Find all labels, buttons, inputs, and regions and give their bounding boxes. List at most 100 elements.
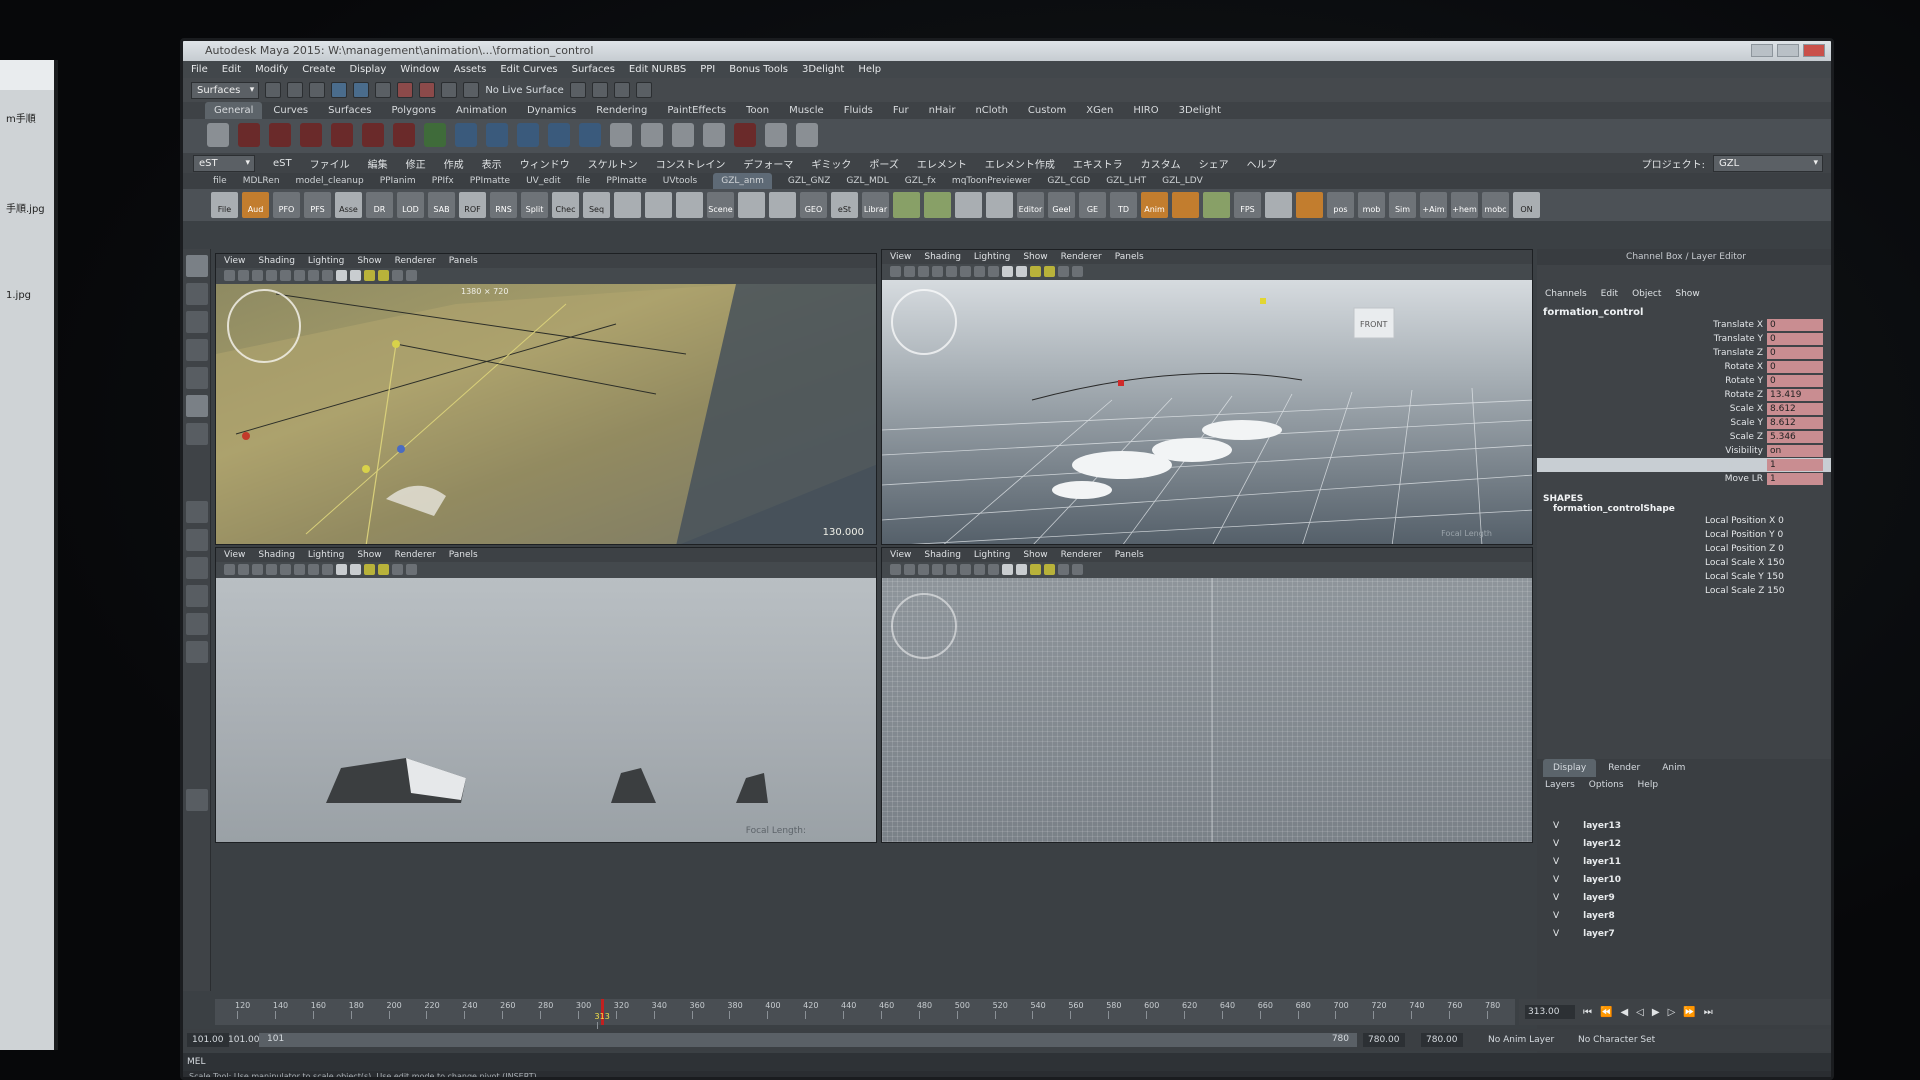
vp-menu-show[interactable]: Show [357,548,381,562]
select-component-icon[interactable] [375,82,392,98]
vp-menu-lighting[interactable]: Lighting [308,254,344,268]
shelf-tab-nhair[interactable]: nHair [920,102,965,119]
viewport-canvas[interactable]: FRONT Focal Length [882,280,1532,544]
shelf2-tab-15[interactable]: mqToonPreviewer [952,173,1031,189]
shelf2-button[interactable]: SAB [428,192,455,218]
viewport-canvas[interactable]: Focal Length: [216,578,876,842]
smooth-shade-icon[interactable] [350,270,361,281]
vp-menu-view[interactable]: View [890,250,911,264]
film-gate-icon[interactable] [960,564,971,575]
shelf-tab-painteffects[interactable]: PaintEffects [658,102,735,119]
cb-menu-edit[interactable]: Edit [1601,285,1618,303]
gate-mask-icon[interactable] [322,564,333,575]
xray-icon[interactable] [1058,564,1069,575]
render-icon[interactable] [569,82,586,98]
shelf2-button[interactable]: GEO [800,192,827,218]
isolate-icon[interactable] [406,564,417,575]
shelf-tab-xgen[interactable]: XGen [1077,102,1122,119]
tab-display[interactable]: Display [1543,759,1597,777]
resolution-gate-icon[interactable] [308,270,319,281]
shelf2-button[interactable]: Chec [552,192,579,218]
shelf2-button[interactable] [893,192,920,218]
side-file-1[interactable]: m手順 [6,110,52,125]
shape-attribute[interactable]: Local Position Z 0 [1537,542,1831,556]
shelf2-button[interactable]: Editor [1017,192,1044,218]
ipr-render-icon[interactable] [591,82,608,98]
attribute-row[interactable]: Rotate X0 [1537,360,1831,374]
shelf2-button[interactable]: ON [1513,192,1540,218]
shelf2-tab-16[interactable]: GZL_CGD [1047,173,1090,189]
menu-set-dropdown[interactable]: Surfaces [191,81,260,99]
jp-menu-element-create[interactable]: エレメント作成 [985,156,1055,171]
menu-window[interactable]: Window [400,61,439,78]
bookmark-icon[interactable] [918,564,929,575]
shelf-tool-icon-17[interactable] [703,123,725,147]
shelf-tool-icon-8[interactable] [424,123,446,147]
jp-menu-create[interactable]: 作成 [444,156,464,171]
shelf-tab-surfaces[interactable]: Surfaces [319,102,380,119]
menu-edit-nurbs[interactable]: Edit NURBS [629,61,686,78]
vp-menu-renderer[interactable]: Renderer [395,548,436,562]
image-plane-icon[interactable] [932,266,943,277]
shelf2-button[interactable]: mob [1358,192,1385,218]
shelf2-tab-14[interactable]: GZL_fx [905,173,936,189]
gate-mask-icon[interactable] [988,564,999,575]
snap-curve-icon[interactable] [419,82,436,98]
xray-icon[interactable] [392,270,403,281]
vp-menu-shading[interactable]: Shading [258,254,295,268]
lights-icon[interactable] [364,564,375,575]
visibility-toggle[interactable]: V [1553,821,1559,831]
shape-attribute[interactable]: Local Position X 0 [1537,514,1831,528]
vp-menu-show[interactable]: Show [1023,250,1047,264]
vp-menu-view[interactable]: View [224,254,245,268]
paint-select-tool-icon[interactable] [185,311,208,333]
layer-item[interactable]: Vlayer13 [1537,817,1831,835]
shelf-tab-fur[interactable]: Fur [884,102,918,119]
shelf2-button[interactable] [614,192,641,218]
view-cube-label[interactable]: FRONT [1360,320,1387,329]
shelf2-button[interactable] [1265,192,1292,218]
menu-assets[interactable]: Assets [454,61,487,78]
two-pane-layout-icon[interactable] [185,557,208,579]
shelf-tab-animation[interactable]: Animation [447,102,516,119]
move-tool-icon[interactable] [185,339,208,361]
jp-menu-extra[interactable]: エキストラ [1073,156,1123,171]
resolution-gate-icon[interactable] [974,266,985,277]
shelf-tool-icon-6[interactable] [362,123,384,147]
shelf2-button[interactable]: RNS [490,192,517,218]
command-line[interactable]: MEL [183,1053,1831,1071]
jp-menu-display[interactable]: 表示 [482,156,502,171]
range-slider[interactable]: 101 780 [259,1033,1357,1047]
shelf2-button[interactable]: Aud [242,192,269,218]
shadows-icon[interactable] [378,270,389,281]
tab-anim[interactable]: Anim [1652,759,1695,777]
attribute-value[interactable]: 5.346 [1767,431,1823,443]
shelf2-tab-7[interactable]: UV_edit [526,173,561,189]
film-gate-icon[interactable] [294,270,305,281]
select-tool-icon[interactable] [185,255,208,277]
attribute-value[interactable]: 13.419 [1767,389,1823,401]
step-forward-key-icon[interactable]: ⏩ [1683,1007,1695,1018]
select-hierarchy-icon[interactable] [331,82,348,98]
shelf-tab-custom[interactable]: Custom [1019,102,1075,119]
vp-menu-renderer[interactable]: Renderer [1061,250,1102,264]
attribute-value[interactable]: 0 [1767,347,1823,359]
grid-icon[interactable] [280,270,291,281]
attribute-value[interactable]: 0 [1767,319,1823,331]
viewport-bottom-left[interactable]: View Shading Lighting Show Renderer Pane… [215,547,877,843]
vp-menu-shading[interactable]: Shading [924,548,961,562]
shelf-tool-icon-3[interactable] [269,123,291,147]
jp-menu-modify[interactable]: 修正 [406,156,426,171]
shelf2-button[interactable]: eSt [831,192,858,218]
vp-menu-panels[interactable]: Panels [1115,548,1144,562]
shelf2-button[interactable]: Seq [583,192,610,218]
open-scene-icon[interactable] [287,82,304,98]
shelf-tool-icon-9[interactable] [455,123,477,147]
playback-end-field[interactable]: 780.00 [1363,1033,1405,1047]
cb-menu-object[interactable]: Object [1632,285,1661,303]
bookmark-icon[interactable] [252,564,263,575]
image-plane-icon[interactable] [932,564,943,575]
shelf-tool-icon-19[interactable] [765,123,787,147]
vp-menu-lighting[interactable]: Lighting [308,548,344,562]
jp-menu-gimmick[interactable]: ギミック [811,156,851,171]
